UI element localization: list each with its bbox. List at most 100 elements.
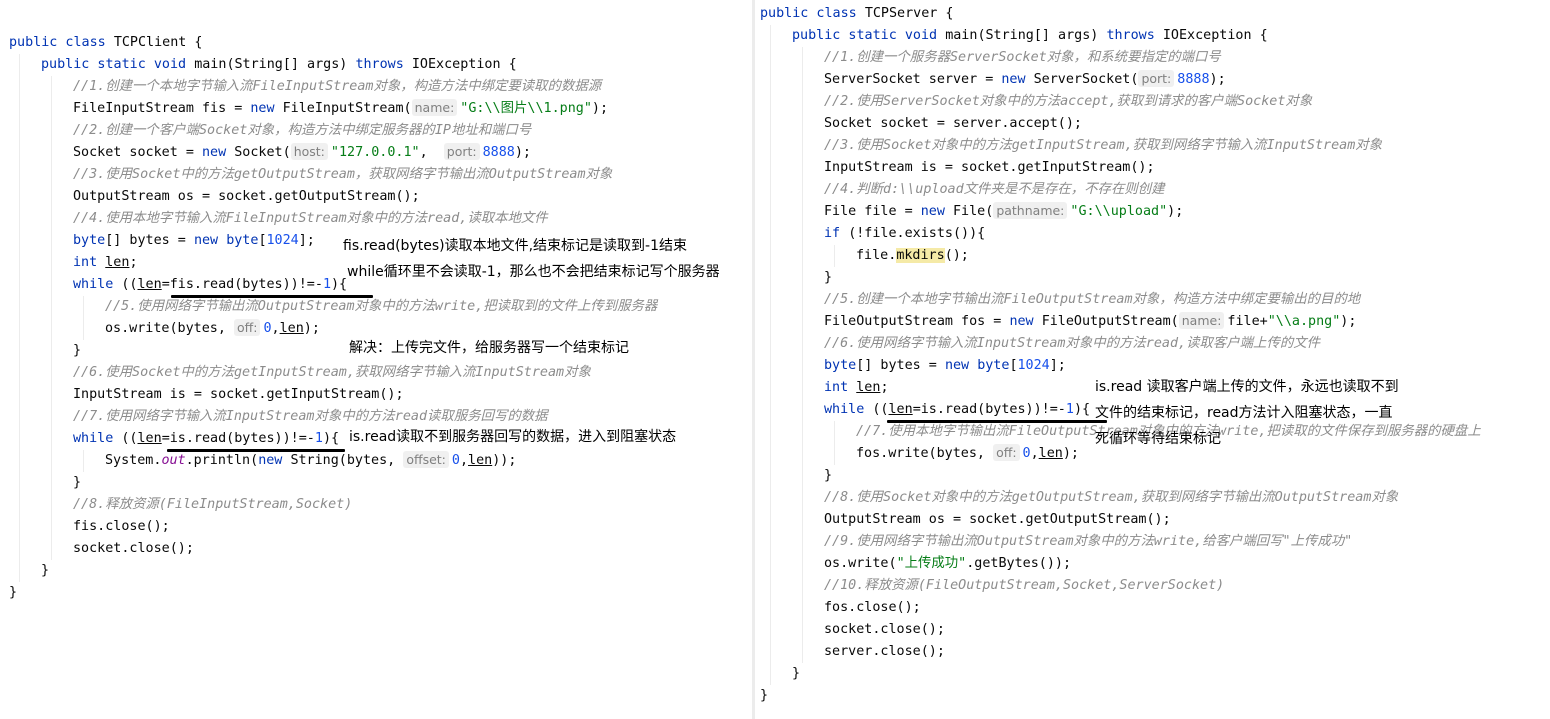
code-line[interactable]: Socket socket = new Socket(host: "127.0.0… bbox=[0, 142, 752, 164]
server-code-editor[interactable]: public class TCPServer {public static vo… bbox=[755, 3, 1550, 707]
code-line[interactable]: socket.close(); bbox=[0, 538, 752, 560]
code-line[interactable]: } bbox=[755, 465, 1550, 487]
client-code-editor[interactable]: public class TCPClient {public static vo… bbox=[0, 32, 752, 604]
code-token: byte bbox=[977, 358, 1010, 373]
code-token: int bbox=[824, 380, 857, 395]
code-line[interactable]: //6.使用Socket中的方法getInputStream,获取网络字节输入流… bbox=[0, 362, 752, 384]
parameter-hint: name: bbox=[411, 99, 458, 116]
code-line[interactable]: //3.使用Socket对象中的方法getInputStream,获取到网络字节… bbox=[755, 135, 1550, 157]
indent-guide bbox=[802, 157, 803, 179]
code-line[interactable]: socket.close(); bbox=[755, 619, 1550, 641]
code-line[interactable]: os.write(bytes, off: 0,len); bbox=[0, 318, 752, 340]
code-line[interactable]: System.out.println(new String(bytes, off… bbox=[0, 450, 752, 472]
code-token: //2.使用ServerSocket对象中的方法accept,获取到请求的客户端… bbox=[824, 94, 1313, 109]
code-line[interactable]: //3.使用Socket中的方法getOutputStream，获取网络字节输出… bbox=[0, 164, 752, 186]
code-token: main bbox=[194, 57, 227, 72]
code-line[interactable]: //6.使用网络字节输入流InputStream对象中的方法read,读取客户端… bbox=[755, 333, 1550, 355]
code-line[interactable]: //2.使用ServerSocket对象中的方法accept,获取到请求的客户端… bbox=[755, 91, 1550, 113]
indent-guide bbox=[770, 399, 771, 421]
code-token: ); bbox=[591, 101, 609, 116]
code-line[interactable]: if (!file.exists()){ bbox=[755, 223, 1550, 245]
code-token: new bbox=[1009, 314, 1042, 329]
code-line[interactable]: } bbox=[0, 582, 752, 604]
code-line[interactable]: } bbox=[0, 560, 752, 582]
code-line[interactable]: InputStream is = socket.getInputStream()… bbox=[0, 384, 752, 406]
code-token: "\\a.png" bbox=[1267, 314, 1341, 329]
code-line[interactable]: OutputStream os = socket.getOutputStream… bbox=[755, 509, 1550, 531]
code-line[interactable]: public static void main(String[] args) t… bbox=[755, 25, 1550, 47]
code-text: FileInputStream fis = new FileInputStrea… bbox=[73, 98, 608, 120]
code-text: ServerSocket server = new ServerSocket(p… bbox=[824, 69, 1226, 91]
code-line[interactable]: Socket socket = server.accept(); bbox=[755, 113, 1550, 135]
parameter-hint: pathname: bbox=[993, 202, 1068, 219]
code-line[interactable]: //5.使用网络字节输出流OutputStream对象中的方法write,把读取… bbox=[0, 296, 752, 318]
code-line[interactable]: //10.释放资源(FileOutputStream,Socket,Server… bbox=[755, 575, 1550, 597]
indent-guide bbox=[770, 289, 771, 311]
code-token: len bbox=[1038, 446, 1063, 461]
code-line[interactable]: server.close(); bbox=[755, 641, 1550, 663]
code-token: =is.read(bytes))!=- bbox=[161, 431, 315, 446]
code-line[interactable]: } bbox=[755, 663, 1550, 685]
code-token: System. bbox=[105, 453, 162, 468]
code-token: ){ bbox=[331, 277, 348, 292]
code-line[interactable]: InputStream is = socket.getInputStream()… bbox=[755, 157, 1550, 179]
code-line[interactable]: public class TCPServer { bbox=[755, 3, 1550, 25]
indent-guide bbox=[802, 179, 803, 201]
code-line[interactable]: //4.使用本地字节输入流FileInputStream对象中的方法read,读… bbox=[0, 208, 752, 230]
code-token: IOException { bbox=[1162, 28, 1268, 43]
code-line[interactable]: ServerSocket server = new ServerSocket(p… bbox=[755, 69, 1550, 91]
code-line[interactable]: FileOutputStream fos = new FileOutputStr… bbox=[755, 311, 1550, 333]
code-line[interactable]: FileInputStream fis = new FileInputStrea… bbox=[0, 98, 752, 120]
code-token: } bbox=[824, 270, 833, 285]
code-text: os.write("上传成功".getBytes()); bbox=[824, 553, 1071, 575]
code-text: //3.使用Socket对象中的方法getInputStream,获取到网络字节… bbox=[824, 135, 1382, 157]
code-token: File file = bbox=[824, 204, 921, 219]
code-token: )); bbox=[492, 453, 517, 468]
code-token: byte bbox=[73, 233, 106, 248]
code-text: //6.使用Socket中的方法getInputStream,获取网络字节输入流… bbox=[73, 362, 591, 384]
code-line[interactable]: //1.创建一个本地字节输入流FileInputStream对象，构造方法中绑定… bbox=[0, 76, 752, 98]
code-line[interactable]: File file = new File(pathname: "G:\\uploa… bbox=[755, 201, 1550, 223]
indent-guide bbox=[834, 443, 835, 465]
code-line[interactable]: fis.close(); bbox=[0, 516, 752, 538]
code-line[interactable]: byte[] bytes = new byte[1024]; bbox=[755, 355, 1550, 377]
code-line[interactable]: //8.释放资源(FileInputStream,Socket) bbox=[0, 494, 752, 516]
code-text: file.mkdirs(); bbox=[856, 245, 969, 267]
indent-guide bbox=[51, 450, 52, 472]
code-text: //4.使用本地字节输入流FileInputStream对象中的方法read,读… bbox=[73, 208, 548, 230]
code-line[interactable]: } bbox=[0, 472, 752, 494]
code-line[interactable]: //5.创建一个本地字节输出流FileOutputStream对象，构造方法中绑… bbox=[755, 289, 1550, 311]
code-token: main bbox=[945, 28, 978, 43]
indent-guide bbox=[770, 641, 771, 663]
code-text: socket.close(); bbox=[73, 538, 194, 560]
code-text: public class TCPServer { bbox=[760, 3, 954, 25]
code-line[interactable]: public static void main(String[] args) t… bbox=[0, 54, 752, 76]
code-text: //10.释放资源(FileOutputStream,Socket,Server… bbox=[824, 575, 1224, 597]
code-line[interactable]: os.write("上传成功".getBytes()); bbox=[755, 553, 1550, 575]
indent-guide bbox=[51, 340, 52, 362]
code-line[interactable]: //2.创建一个客户端Socket对象，构造方法中绑定服务器的IP地址和端口号 bbox=[0, 120, 752, 142]
code-line[interactable]: } bbox=[755, 685, 1550, 707]
code-token: len bbox=[468, 453, 493, 468]
code-line[interactable]: //1.创建一个服务器ServerSocket对象，和系统要指定的端口号 bbox=[755, 47, 1550, 69]
code-token: server.close(); bbox=[824, 644, 945, 659]
code-line[interactable]: fos.close(); bbox=[755, 597, 1550, 619]
code-line[interactable]: //4.判断d:\\upload文件夹是不是存在，不存在则创建 bbox=[755, 179, 1550, 201]
code-line[interactable]: } bbox=[755, 267, 1550, 289]
code-text: } bbox=[792, 663, 800, 685]
code-token: (( bbox=[872, 402, 889, 417]
code-line[interactable]: //8.使用Socket对象中的方法getOutputStream,获取到网络字… bbox=[755, 487, 1550, 509]
code-line[interactable]: file.mkdirs(); bbox=[755, 245, 1550, 267]
code-token: ){ bbox=[1073, 402, 1091, 417]
code-line[interactable]: OutputStream os = socket.getOutputStream… bbox=[0, 186, 752, 208]
indent-guide bbox=[51, 76, 52, 98]
code-line[interactable]: public class TCPClient { bbox=[0, 32, 752, 54]
indent-guide bbox=[770, 509, 771, 531]
code-text: //8.释放资源(FileInputStream,Socket) bbox=[73, 494, 352, 516]
code-token: ); bbox=[1062, 446, 1079, 461]
indent-guide bbox=[770, 267, 771, 289]
underline-mark-client-while-2 bbox=[167, 449, 345, 452]
code-line[interactable]: //9.使用网络字节输出流OutputStream对象中的方法write,给客户… bbox=[755, 531, 1550, 553]
code-line[interactable]: //7.使用网络字节输入流InputStream对象中的方法read读取服务回写… bbox=[0, 406, 752, 428]
indent-guide bbox=[802, 201, 803, 223]
